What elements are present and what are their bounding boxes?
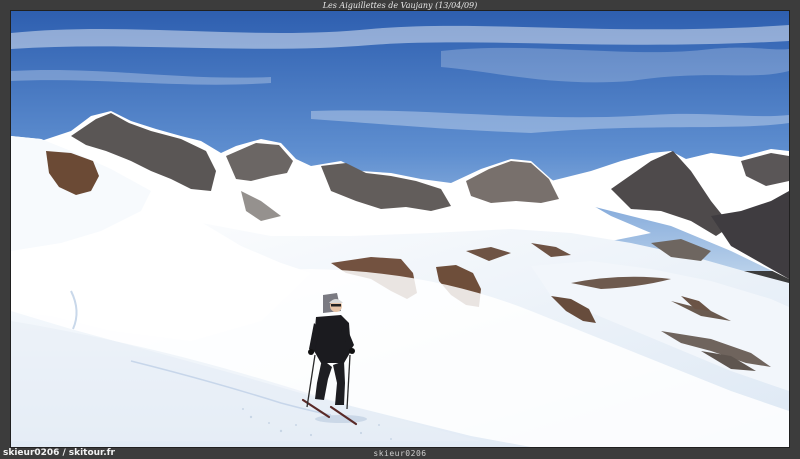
photo-caption: Les Aiguillettes de Vaujany (13/04/09) — [322, 1, 478, 10]
watermark-text: skieur0206 — [373, 449, 427, 458]
landscape-photo — [10, 10, 790, 448]
